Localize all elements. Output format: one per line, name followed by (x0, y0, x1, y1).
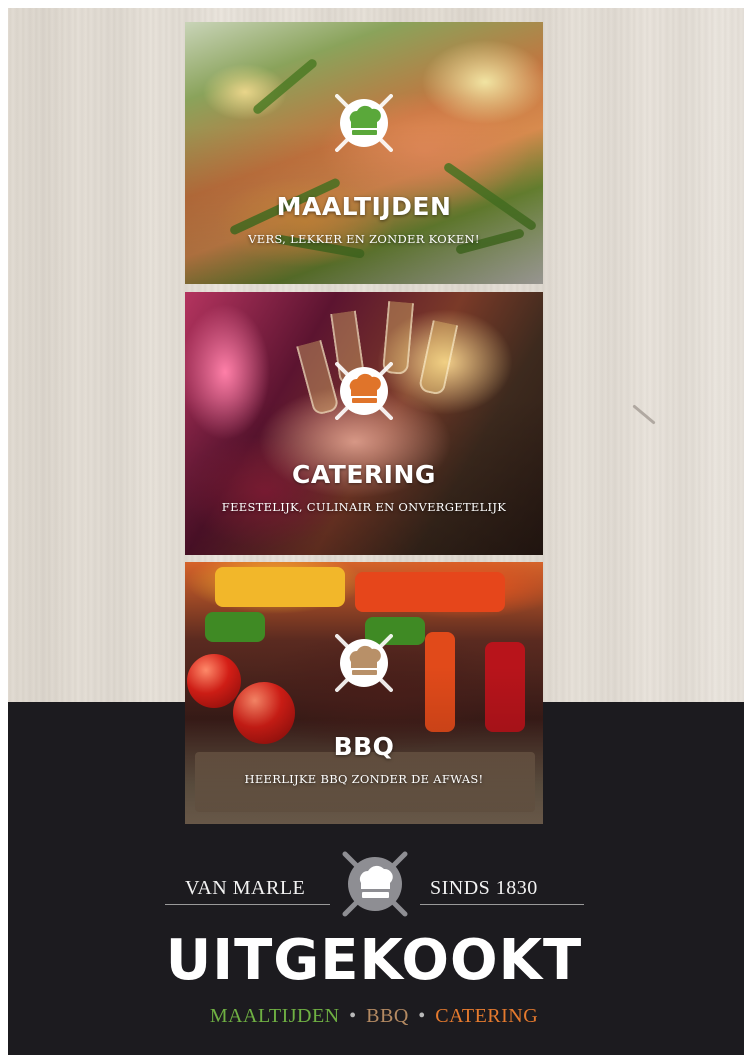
panel-subtitle: HEERLIJKE BBQ ZONDER DE AFWAS! (244, 772, 484, 786)
panel-title: MAALTIJDEN (276, 192, 452, 221)
separator-dot: • (349, 1005, 357, 1027)
brand-divider-right (420, 904, 584, 905)
brand-divider-left (165, 904, 330, 905)
brand-left-text: VAN MARLE (185, 877, 306, 899)
brand-services: MAALTIJDEN • BBQ • CATERING (0, 1005, 748, 1028)
separator-dot: • (418, 1005, 426, 1027)
flyer-page: MAALTIJDEN VERS, LEKKER EN ZONDER KOKEN!… (0, 0, 748, 1063)
wood-knot (632, 404, 656, 425)
panel-maaltijden[interactable]: MAALTIJDEN VERS, LEKKER EN ZONDER KOKEN! (185, 22, 543, 284)
service-bbq[interactable]: BBQ (366, 1005, 409, 1027)
chef-hat-icon (329, 628, 399, 698)
service-maaltijden[interactable]: MAALTIJDEN (210, 1005, 340, 1027)
chef-hat-icon (329, 356, 399, 426)
brand-name: UITGEKOOKT (165, 928, 583, 993)
panel-title: CATERING (292, 460, 436, 489)
panel-subtitle: FEESTELIJK, CULINAIR EN ONVERGETELIJK (221, 500, 507, 514)
service-catering[interactable]: CATERING (435, 1005, 538, 1027)
panel-catering[interactable]: CATERING FEESTELIJK, CULINAIR EN ONVERGE… (185, 292, 543, 555)
panel-bbq[interactable]: BBQ HEERLIJKE BBQ ZONDER DE AFWAS! (185, 562, 543, 824)
chef-hat-icon (329, 88, 399, 158)
panel-subtitle: VERS, LEKKER EN ZONDER KOKEN! (248, 232, 480, 246)
panel-title: BBQ (333, 732, 395, 761)
brand-right-text: SINDS 1830 (430, 877, 538, 899)
chef-hat-logo-icon (337, 846, 413, 922)
